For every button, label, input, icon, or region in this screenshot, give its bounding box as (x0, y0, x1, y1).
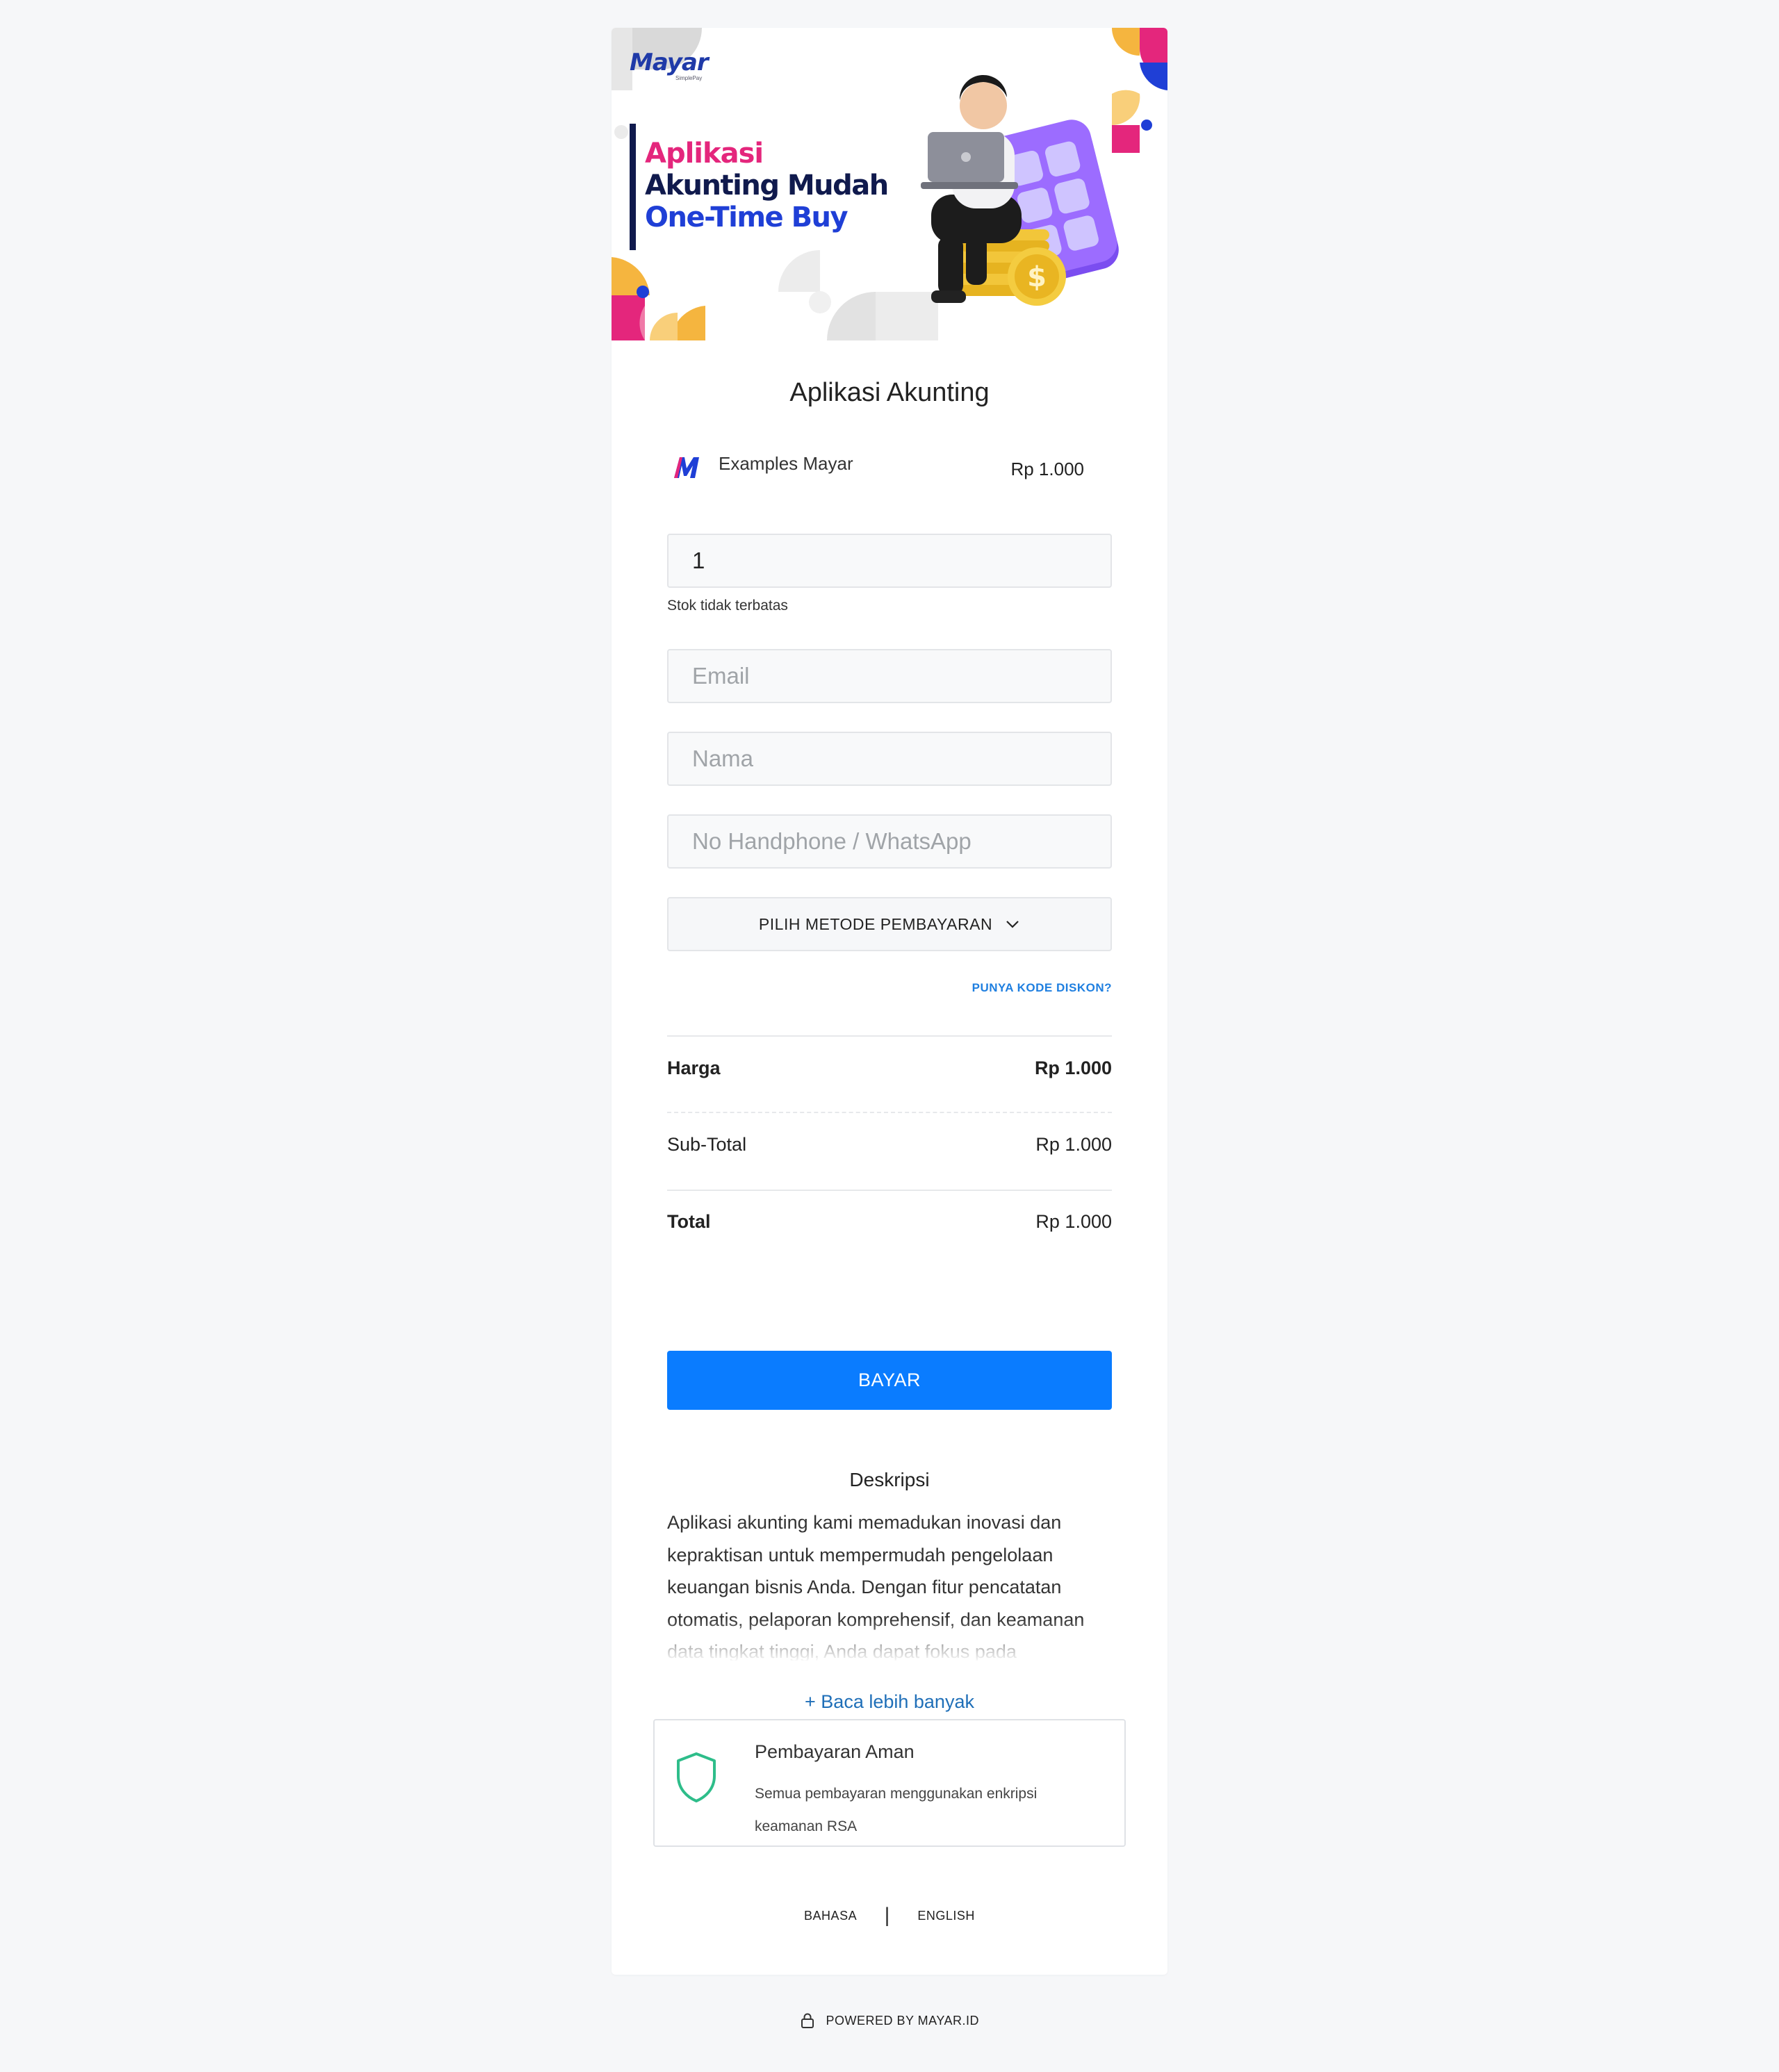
banner-headline-3: One-Time Buy (645, 202, 848, 233)
price-row: Harga Rp 1.000 (667, 1058, 1112, 1079)
price-value: Rp 1.000 (1034, 1058, 1112, 1078)
stock-note: Stok tidak terbatas (667, 598, 788, 614)
read-more-link[interactable]: + Baca lebih banyak (612, 1691, 1167, 1713)
price-label: Harga (667, 1058, 721, 1078)
payment-method-label: PILIH METODE PEMBAYARAN (758, 914, 993, 933)
store-logo-icon (674, 457, 699, 478)
summary-dashed-divider (667, 1112, 1112, 1113)
subtotal-row: Sub-Total Rp 1.000 (667, 1134, 1112, 1156)
product-price: Rp 1.000 (1010, 459, 1084, 479)
pay-button[interactable]: BAYAR (667, 1351, 1112, 1410)
email-field[interactable] (667, 649, 1112, 703)
banner-headline-2: Akunting Mudah (645, 170, 889, 202)
product-banner: $ Mayar SimplePay Aplikasi Akunting Muda… (612, 28, 1167, 340)
total-label: Total (667, 1211, 711, 1232)
language-option-english[interactable]: ENGLISH (917, 1909, 975, 1923)
secure-payment-box: Pembayaran Aman Semua pembayaran menggun… (653, 1719, 1126, 1847)
payment-method-select[interactable]: PILIH METODE PEMBAYARAN (667, 897, 1112, 951)
shield-icon (677, 1752, 716, 1802)
total-row: Total Rp 1.000 (667, 1211, 1112, 1233)
subtotal-value: Rp 1.000 (1035, 1134, 1112, 1155)
lock-icon (801, 2013, 814, 2028)
banner-accent-bar (630, 124, 636, 250)
language-separator: | (884, 1904, 890, 1927)
secure-payment-text: Semua pembayaran menggunakan enkripsi ke… (755, 1786, 1038, 1834)
phone-field[interactable] (667, 814, 1112, 869)
summary-divider-2 (667, 1190, 1112, 1191)
subtotal-label: Sub-Total (667, 1134, 747, 1155)
discount-code-link[interactable]: PUNYA KODE DISKON? (972, 981, 1112, 995)
language-switcher: BAHASA | ENGLISH (612, 1904, 1167, 1927)
store-name[interactable]: Examples Mayar (719, 453, 853, 475)
description-title: Deskripsi (849, 1469, 930, 1490)
total-value: Rp 1.000 (1035, 1211, 1112, 1232)
banner-headline-1: Aplikasi (645, 138, 764, 170)
language-option-bahasa[interactable]: BAHASA (804, 1909, 857, 1923)
description-fade (667, 1619, 1112, 1662)
powered-by-text[interactable]: POWERED BY MAYAR.ID (826, 2014, 979, 2028)
product-title: Aplikasi Akunting (789, 378, 990, 407)
mayar-logo: Mayar (630, 49, 709, 76)
mayar-logo-subtitle: SimplePay (675, 75, 703, 81)
quantity-input[interactable] (667, 534, 1112, 588)
checkout-card: $ Mayar SimplePay Aplikasi Akunting Muda… (612, 28, 1167, 1975)
secure-payment-title: Pembayaran Aman (755, 1741, 915, 1762)
powered-by-footer: POWERED BY MAYAR.ID (0, 2012, 1779, 2029)
chevron-down-icon (1006, 921, 1019, 928)
name-field[interactable] (667, 732, 1112, 786)
summary-divider (667, 1035, 1112, 1037)
svg-text:$: $ (1027, 261, 1047, 293)
